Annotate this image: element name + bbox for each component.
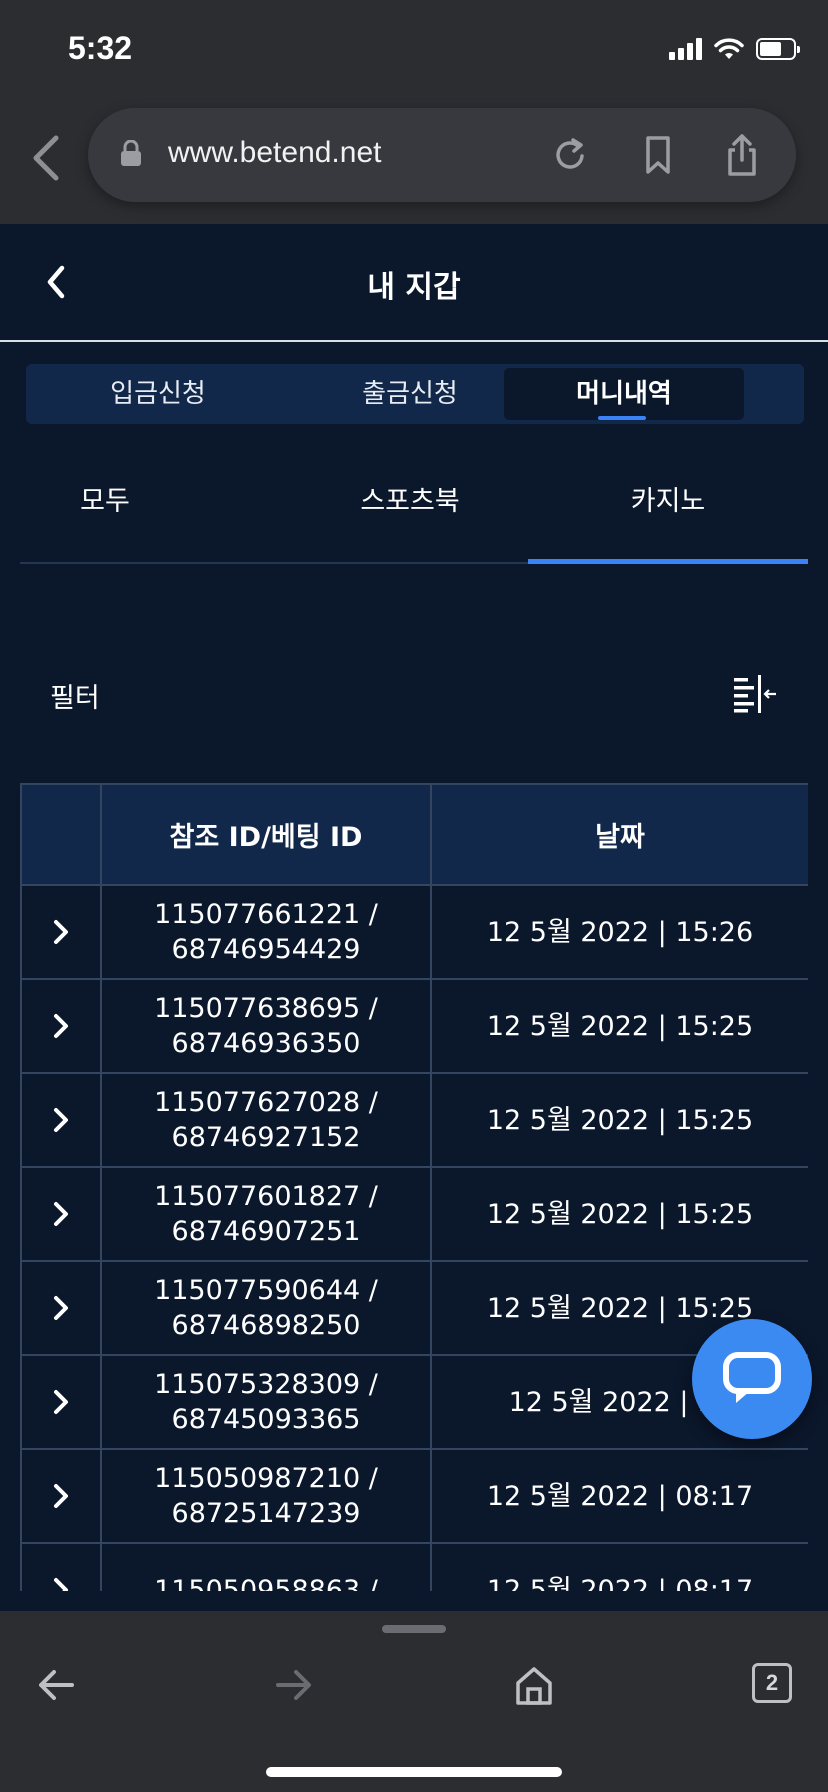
browser-toolbar: www.betend.net xyxy=(0,96,828,224)
tab-deposit-request[interactable]: 입금신청 xyxy=(38,368,278,420)
sheet-grabber[interactable] xyxy=(382,1625,446,1633)
bet-id: 68746927152 xyxy=(171,1122,361,1153)
history-sub-tabs: 모두 스포츠북 카지노 xyxy=(20,450,808,564)
reference-id-cell: 115050958863 / xyxy=(100,1542,432,1592)
table-row[interactable]: 115077627028 / 68746927152 12 5월 2022 | 15… xyxy=(20,1072,808,1168)
chevron-right-icon[interactable] xyxy=(50,1011,72,1041)
column-header-reference-id: 참조 ID/베팅 ID xyxy=(100,783,432,886)
chevron-right-icon[interactable] xyxy=(50,1199,72,1229)
reference-id: 115077590644 / xyxy=(154,1275,378,1306)
chevron-right-icon[interactable] xyxy=(50,1387,72,1417)
table-row[interactable]: 115050958863 / 12 5월 2022 | 08:17 xyxy=(20,1542,808,1592)
home-indicator xyxy=(266,1767,562,1777)
chevron-right-icon[interactable] xyxy=(50,1293,72,1323)
expand-cell[interactable] xyxy=(20,884,102,980)
browser-back-icon[interactable] xyxy=(26,130,66,186)
transactions-table-container[interactable]: 참조 ID/베팅 ID 날짜 115077661221 / 68746954429… xyxy=(20,783,808,1591)
table-row[interactable]: 115077661221 / 68746954429 12 5월 2022 | 15… xyxy=(20,884,808,980)
table-row[interactable]: 115077590644 /68746898250 12 5월 2022 | 15… xyxy=(20,1260,808,1356)
reference-id-cell: 115077627028 / 68746927152 xyxy=(100,1072,432,1168)
reference-id: 115077601827 / xyxy=(154,1181,378,1212)
table-row[interactable]: 115075328309 /68745093365 12 5월 2022 | 14 xyxy=(20,1354,808,1450)
reference-id-cell: 115077638695 / 68746936350 xyxy=(100,978,432,1074)
url-text: www.betend.net xyxy=(168,136,382,169)
bookmark-icon[interactable] xyxy=(638,134,678,176)
reload-icon[interactable] xyxy=(550,134,590,176)
chat-button[interactable] xyxy=(692,1319,812,1439)
reference-id: 115050987210 / xyxy=(154,1463,378,1494)
expand-cell[interactable] xyxy=(20,1542,102,1591)
share-icon[interactable] xyxy=(722,134,762,176)
date-cell: 12 5월 2022 | 15:25 xyxy=(430,1072,808,1168)
date-cell: 12 5월 2022 | 15:26 xyxy=(430,884,808,980)
reference-id-cell: 115077661221 / 68746954429 xyxy=(100,884,432,980)
home-icon[interactable] xyxy=(512,1663,556,1707)
reference-id: 115075328309 / xyxy=(154,1369,378,1400)
wallet-segment-tabs: 입금신청 출금신청 머니내역 xyxy=(26,364,804,424)
filter-icon[interactable] xyxy=(732,674,778,714)
cellular-signal-icon xyxy=(669,38,702,60)
bet-id: 68725147239 xyxy=(171,1498,361,1529)
reference-id-cell: 115050987210 / 68725147239 xyxy=(100,1448,432,1544)
bet-id: 68746907251 xyxy=(171,1216,361,1247)
subtab-all[interactable]: 모두 xyxy=(20,450,190,562)
subtab-casino[interactable]: 카지노 xyxy=(528,450,808,564)
reference-id: 115077638695 / xyxy=(154,993,378,1024)
reference-id: 115077627028 / xyxy=(154,1087,378,1118)
nav-back-icon[interactable] xyxy=(34,1663,78,1707)
reference-id: 115077661221 / xyxy=(154,899,378,930)
table-header-row: 참조 ID/베팅 ID 날짜 xyxy=(20,783,808,886)
address-bar[interactable]: www.betend.net xyxy=(88,108,796,202)
reference-id-cell: 115077590644 / 68746898250 xyxy=(100,1260,432,1356)
status-bar: 5:32 xyxy=(0,0,828,96)
expand-cell[interactable] xyxy=(20,1072,102,1168)
transactions-table: 참조 ID/베팅 ID 날짜 115077661221 / 68746954429… xyxy=(20,783,808,1591)
reference-id: 115050958863 / xyxy=(154,1574,378,1592)
reference-id-cell: 115077601827 / 68746907251 xyxy=(100,1166,432,1262)
browser-bottom-bar: 2 xyxy=(0,1611,828,1792)
date-cell: 12 5월 2022 | 08:17 xyxy=(430,1448,808,1544)
bet-id: 68746936350 xyxy=(171,1028,361,1059)
column-header-expand xyxy=(20,783,102,886)
bet-id: 68746954429 xyxy=(171,934,361,965)
date-cell: 12 5월 2022 | 08:17 xyxy=(430,1542,808,1591)
app-header: 내 지갑 xyxy=(0,224,828,342)
tab-money-history[interactable]: 머니내역 xyxy=(504,368,744,420)
expand-cell[interactable] xyxy=(20,1354,102,1450)
wifi-icon xyxy=(714,38,744,59)
date-cell: 12 5월 2022 | 15:25 xyxy=(430,1166,808,1262)
tab-withdraw-request[interactable]: 출금신청 xyxy=(290,368,530,420)
reference-id-cell: 115075328309 / 68745093365 xyxy=(100,1354,432,1450)
date-cell: 12 5월 2022 | 15:25 xyxy=(430,978,808,1074)
table-row[interactable]: 115077638695 / 68746936350 12 5월 2022 | 15… xyxy=(20,978,808,1074)
column-header-date: 날짜 xyxy=(430,783,808,886)
chevron-right-icon[interactable] xyxy=(50,1481,72,1511)
subtab-sportsbook[interactable]: 스포츠북 xyxy=(275,450,545,562)
chat-icon xyxy=(723,1352,781,1403)
table-row[interactable]: 115077601827 / 68746907251 12 5월 2022 | 15… xyxy=(20,1166,808,1262)
tab-count-button[interactable]: 2 xyxy=(752,1663,792,1703)
bet-id: 68746898250 xyxy=(171,1310,361,1341)
battery-icon xyxy=(756,38,800,60)
status-time: 5:32 xyxy=(68,30,133,66)
expand-cell[interactable] xyxy=(20,1166,102,1262)
nav-forward-icon[interactable] xyxy=(272,1663,316,1707)
chevron-right-icon[interactable] xyxy=(50,1105,72,1135)
page-title: 내 지갑 xyxy=(367,270,461,305)
expand-cell[interactable] xyxy=(20,1260,102,1356)
system-icons xyxy=(669,36,800,62)
chevron-right-icon[interactable] xyxy=(50,917,72,947)
expand-cell[interactable] xyxy=(20,978,102,1074)
table-row[interactable]: 115050987210 / 68725147239 12 5월 2022 | 08… xyxy=(20,1448,808,1544)
chevron-right-icon[interactable] xyxy=(50,1575,72,1591)
expand-cell[interactable] xyxy=(20,1448,102,1544)
lock-icon xyxy=(121,140,141,166)
filter-label: 필터 xyxy=(50,683,100,714)
bet-id: 68745093365 xyxy=(171,1404,361,1435)
